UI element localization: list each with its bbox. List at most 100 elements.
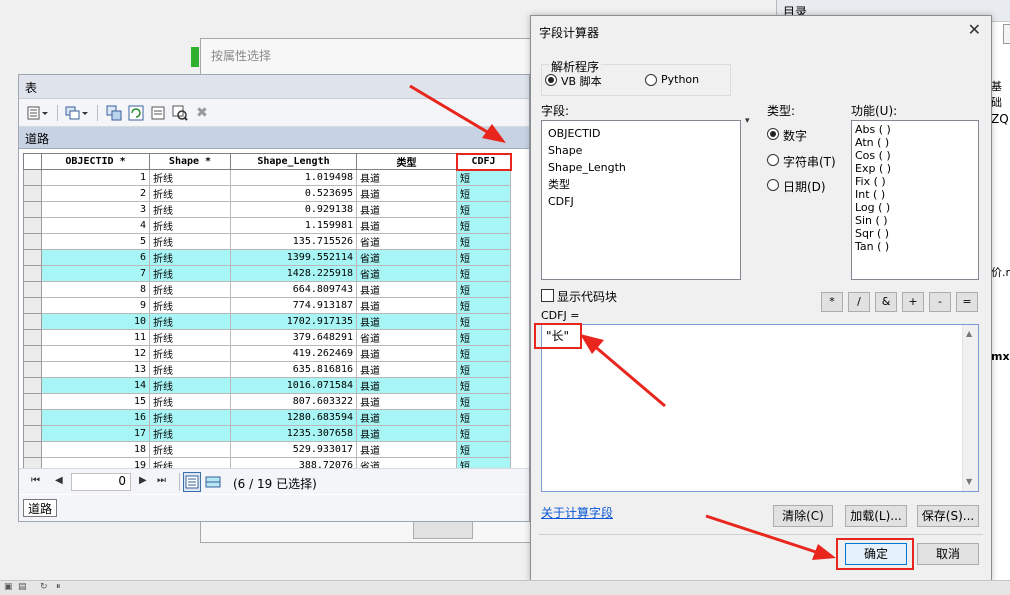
cell-cdfj[interactable]: 短	[456, 233, 511, 250]
cell-objectid[interactable]: 17	[41, 425, 150, 442]
cell-cdfj[interactable]: 短	[456, 393, 511, 410]
cell-objectid[interactable]: 4	[41, 217, 150, 234]
table-row[interactable]: 10 折线 1702.917135 县道短	[23, 313, 511, 330]
cell-cdfj[interactable]: 短	[456, 361, 511, 378]
function-list-item[interactable]: Cos ( )	[852, 149, 978, 162]
table-row[interactable]: 13 折线 635.816816 县道短	[23, 361, 511, 378]
cell-shape-length[interactable]: 1702.917135	[230, 313, 357, 330]
cell-type[interactable]: 县道	[356, 393, 457, 410]
first-record-icon[interactable]: ⏮	[31, 475, 40, 486]
cell-objectid[interactable]: 11	[41, 329, 150, 346]
operator-multiply-button[interactable]: *	[821, 292, 843, 312]
operator-divide-button[interactable]: /	[848, 292, 870, 312]
cell-objectid[interactable]: 14	[41, 377, 150, 394]
row-selector-header[interactable]	[23, 153, 42, 170]
cell-shape[interactable]: 折线	[149, 201, 231, 218]
about-calculate-field-link[interactable]: 关于计算字段	[541, 504, 613, 521]
cancel-button[interactable]: 取消	[917, 543, 979, 565]
table-row[interactable]: 14 折线 1016.071584 县道短	[23, 377, 511, 394]
column-header-cdfj[interactable]: CDFJ	[455, 152, 512, 171]
table-row[interactable]: 16 折线 1280.683594 县道短	[23, 409, 511, 426]
close-icon[interactable]: ✕	[968, 20, 981, 39]
cell-objectid[interactable]: 2	[41, 185, 150, 202]
cell-shape-length[interactable]: 807.603322	[230, 393, 357, 410]
cell-cdfj[interactable]: 短	[456, 329, 511, 346]
expression-scrollbar[interactable]: ▲ ▼	[962, 325, 978, 491]
cell-shape-length[interactable]: 1.019498	[230, 169, 357, 186]
cell-shape[interactable]: 折线	[149, 217, 231, 234]
column-header-shape[interactable]: Shape *	[149, 153, 231, 170]
cell-type[interactable]: 县道	[356, 297, 457, 314]
cell-cdfj[interactable]: 短	[456, 281, 511, 298]
cell-type[interactable]: 县道	[356, 201, 457, 218]
cell-shape[interactable]: 折线	[149, 297, 231, 314]
cell-shape[interactable]: 折线	[149, 441, 231, 458]
last-record-icon[interactable]: ⏭	[157, 475, 166, 486]
table-row[interactable]: 3 折线 0.929138 县道短	[23, 201, 511, 218]
row-selector-cell[interactable]	[23, 393, 42, 410]
table-row[interactable]: 15 折线 807.603322 县道短	[23, 393, 511, 410]
function-list-item[interactable]: Exp ( )	[852, 162, 978, 175]
function-list-item[interactable]: Int ( )	[852, 188, 978, 201]
function-list-item[interactable]: Log ( )	[852, 201, 978, 214]
cell-objectid[interactable]: 9	[41, 297, 150, 314]
cell-shape[interactable]: 折线	[149, 425, 231, 442]
cell-shape-length[interactable]: 1235.307658	[230, 425, 357, 442]
cell-shape[interactable]: 折线	[149, 265, 231, 282]
cell-shape-length[interactable]: 1280.683594	[230, 409, 357, 426]
select-by-attributes-icon[interactable]	[105, 104, 123, 122]
cell-cdfj[interactable]: 短	[456, 169, 511, 186]
table-row[interactable]: 6 折线 1399.552114 省道短	[23, 249, 511, 266]
cell-shape-length[interactable]: 0.523695	[230, 185, 357, 202]
function-list-item[interactable]: Fix ( )	[852, 175, 978, 188]
delete-selected-icon[interactable]: ✖	[193, 104, 211, 122]
data-view-icon[interactable]: ▤	[18, 582, 27, 592]
cell-cdfj[interactable]: 短	[456, 409, 511, 426]
cell-cdfj[interactable]: 短	[456, 265, 511, 282]
field-list-item[interactable]: OBJECTID	[542, 125, 740, 142]
cell-cdfj[interactable]: 短	[456, 377, 511, 394]
table-row[interactable]: 8 折线 664.809743 县道短	[23, 281, 511, 298]
layout-view-icon[interactable]: ▣	[4, 582, 13, 592]
row-selector-cell[interactable]	[23, 329, 42, 346]
row-selector-cell[interactable]	[23, 361, 42, 378]
cell-cdfj[interactable]: 短	[456, 313, 511, 330]
cell-shape-length[interactable]: 0.929138	[230, 201, 357, 218]
table-row[interactable]: 1 折线 1.019498 县道短	[23, 169, 511, 186]
row-selector-cell[interactable]	[23, 201, 42, 218]
scroll-up-icon[interactable]: ▲	[966, 329, 972, 338]
cell-shape-length[interactable]: 1399.552114	[230, 249, 357, 266]
previous-record-icon[interactable]: ◀	[55, 475, 63, 486]
row-selector-cell[interactable]	[23, 377, 42, 394]
cell-shape[interactable]: 折线	[149, 361, 231, 378]
table-row[interactable]: 2 折线 0.523695 县道短	[23, 185, 511, 202]
cell-cdfj[interactable]: 短	[456, 217, 511, 234]
cell-shape[interactable]: 折线	[149, 345, 231, 362]
zoom-to-selected-icon[interactable]	[171, 104, 189, 122]
cell-objectid[interactable]: 5	[41, 233, 150, 250]
cell-shape[interactable]: 折线	[149, 409, 231, 426]
cell-objectid[interactable]: 3	[41, 201, 150, 218]
cell-type[interactable]: 县道	[356, 377, 457, 394]
pause-icon[interactable]: ⏸	[56, 582, 61, 592]
operator-plus-button[interactable]: +	[902, 292, 924, 312]
field-list-item[interactable]: 类型	[542, 176, 740, 193]
cell-objectid[interactable]: 12	[41, 345, 150, 362]
function-list-item[interactable]: Tan ( )	[852, 240, 978, 253]
row-selector-cell[interactable]	[23, 313, 42, 330]
cell-shape-length[interactable]: 1016.071584	[230, 377, 357, 394]
cell-type[interactable]: 省道	[356, 329, 457, 346]
cell-shape[interactable]: 折线	[149, 185, 231, 202]
table-row[interactable]: 11 折线 379.648291 省道短	[23, 329, 511, 346]
cell-type[interactable]: 县道	[356, 425, 457, 442]
column-header-type[interactable]: 类型	[356, 153, 457, 170]
field-list-item[interactable]: CDFJ	[542, 193, 740, 210]
cell-shape-length[interactable]: 1428.225918	[230, 265, 357, 282]
cell-shape-length[interactable]: 135.715526	[230, 233, 357, 250]
cell-shape[interactable]: 折线	[149, 281, 231, 298]
function-list-item[interactable]: Atn ( )	[852, 136, 978, 149]
cell-type[interactable]: 县道	[356, 281, 457, 298]
row-selector-cell[interactable]	[23, 169, 42, 186]
cell-cdfj[interactable]: 短	[456, 297, 511, 314]
row-selector-cell[interactable]	[23, 217, 42, 234]
